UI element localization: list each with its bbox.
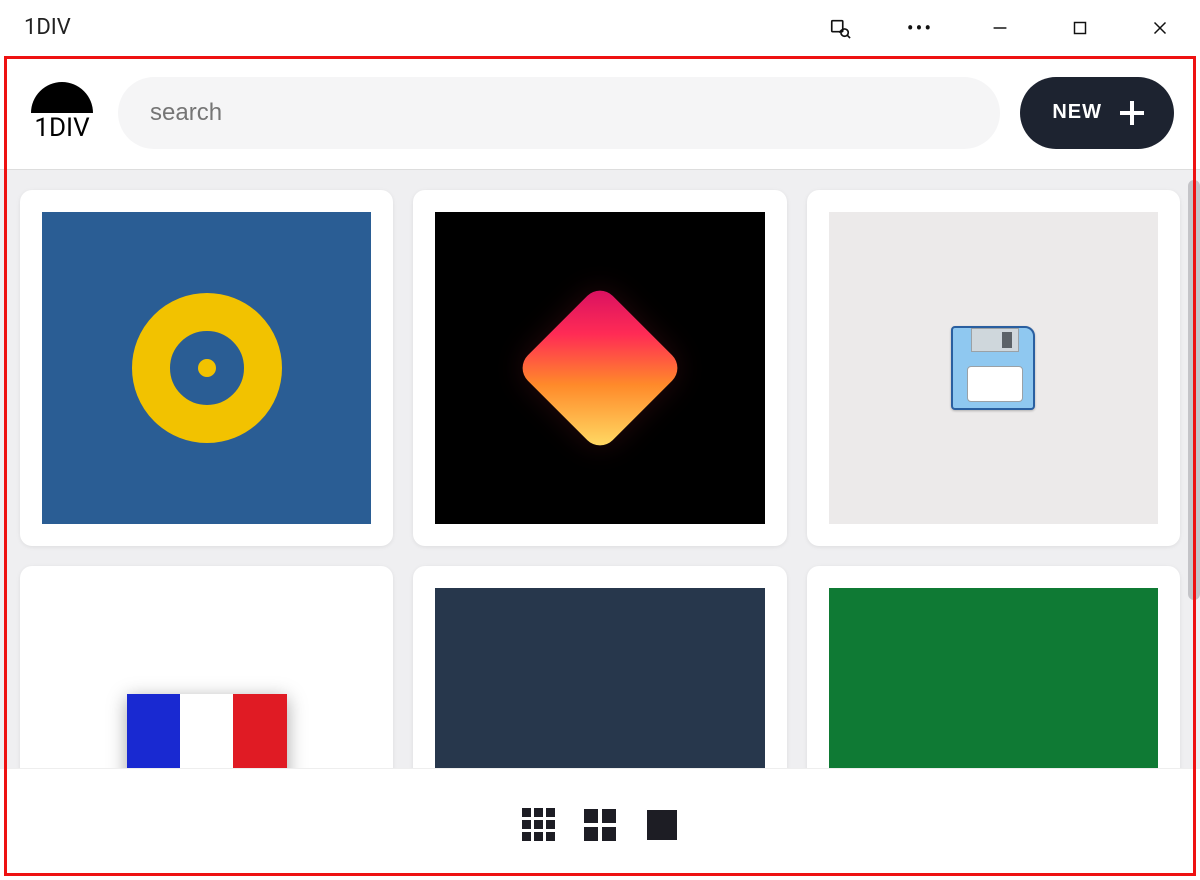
tile-canvas	[435, 212, 764, 524]
view-grid-small-icon[interactable]	[521, 808, 555, 842]
tile-canvas	[435, 588, 764, 768]
dot-icon	[198, 359, 216, 377]
tile-canvas	[42, 212, 371, 524]
floppy-icon	[951, 326, 1035, 410]
diamond-icon	[515, 283, 685, 453]
france-flag-icon	[127, 694, 287, 768]
brand-text: 1DIV	[34, 113, 89, 143]
tile-canvas	[42, 588, 371, 768]
tile-floppy[interactable]	[807, 190, 1180, 546]
tile-diamond[interactable]	[413, 190, 786, 546]
ring-icon	[132, 293, 282, 443]
app-header: 1DIV NEW	[0, 56, 1200, 170]
search-input[interactable]	[118, 77, 1000, 149]
workspace	[0, 170, 1200, 768]
window-title: 1DIV	[24, 15, 71, 40]
more-icon[interactable]: •••	[880, 0, 960, 56]
minimize-icon[interactable]	[960, 0, 1040, 56]
plus-icon	[1118, 99, 1146, 127]
tile-ellipse[interactable]	[413, 566, 786, 768]
close-icon[interactable]	[1120, 0, 1200, 56]
bottom-bar	[0, 768, 1200, 880]
new-button[interactable]: NEW	[1020, 77, 1174, 149]
tile-canvas	[829, 212, 1158, 524]
devtools-icon[interactable]	[800, 0, 880, 56]
view-grid-medium-icon[interactable]	[583, 808, 617, 842]
tile-donut[interactable]	[20, 190, 393, 546]
brand-mark-icon	[31, 82, 93, 113]
tile-pitch[interactable]	[807, 566, 1180, 768]
view-grid-large-icon[interactable]	[645, 808, 679, 842]
tile-canvas	[829, 588, 1158, 768]
new-button-label: NEW	[1052, 101, 1102, 124]
tiles-grid[interactable]	[0, 170, 1200, 768]
maximize-icon[interactable]	[1040, 0, 1120, 56]
scrollbar-thumb[interactable]	[1188, 180, 1200, 600]
tile-flag[interactable]	[20, 566, 393, 768]
brand-logo[interactable]: 1DIV	[26, 82, 98, 143]
window-titlebar: 1DIV •••	[0, 0, 1200, 56]
